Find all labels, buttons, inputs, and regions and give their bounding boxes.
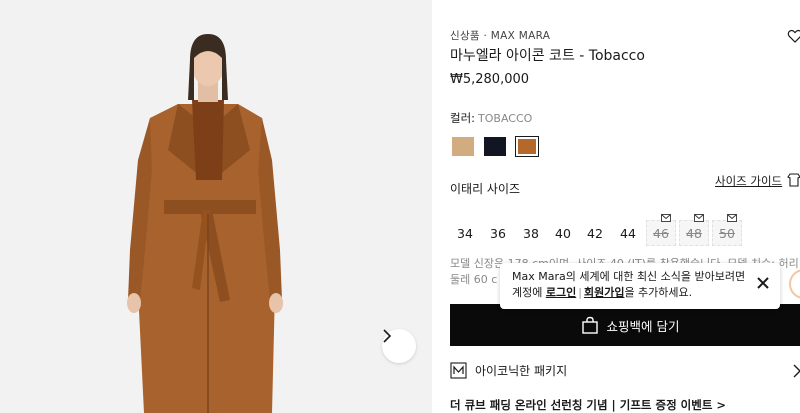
product-price: ₩5,280,000: [450, 72, 530, 87]
size-option-48[interactable]: 48: [679, 214, 709, 246]
ruler-icon[interactable]: [787, 172, 800, 187]
model-info-line2: 둘레 60 c: [450, 273, 498, 286]
product-info-panel: 신상품 · MAX MARA 마누엘라 아이콘 코트 - Tobacco ₩5,…: [450, 0, 800, 413]
tooltip-suffix: 을 추가하세요.: [624, 286, 693, 299]
tooltip-prefix: 계정에: [512, 286, 546, 299]
size-option-50[interactable]: 50: [712, 214, 742, 246]
max-mara-logo-icon: [450, 362, 467, 379]
next-image-button[interactable]: [382, 329, 416, 363]
product-photo: [127, 34, 283, 413]
add-to-bag-label: 쇼핑백에 담기: [606, 318, 680, 334]
product-image-panel: [0, 0, 432, 413]
size-option-42[interactable]: 42: [580, 220, 610, 246]
size-guide-link[interactable]: 사이즈 가이드: [715, 173, 782, 189]
chevron-right-icon[interactable]: [792, 364, 800, 378]
heart-icon[interactable]: [787, 28, 800, 44]
size-option-44[interactable]: 44: [613, 220, 643, 246]
color-label-row: 컬러: TOBACCO: [450, 110, 532, 126]
size-label: 이태리 사이즈: [450, 182, 521, 196]
product-category: 신상품 · MAX MARA: [450, 30, 551, 42]
login-tooltip: Max Mara의 세계에 대한 최신 소식을 받아보려면 계정에 로그인 | 회원…: [500, 263, 780, 309]
iconic-package-row[interactable]: 아이코닉한 패키지: [450, 362, 567, 379]
size-option-34[interactable]: 34: [450, 220, 480, 246]
login-link[interactable]: 로그인: [546, 286, 576, 299]
signup-link[interactable]: 회원가입: [584, 286, 624, 299]
promo-event-link[interactable]: 더 큐브 패딩 온라인 선런칭 기념 | 기프트 증정 이벤트 >: [450, 397, 726, 413]
tooltip-line1: Max Mara의 세계에 대한 최신 소식을 받아보려면: [512, 270, 746, 283]
tooltip-line2: 계정에 로그인 | 회원가입을 추가하세요.: [512, 285, 768, 301]
color-swatch-navy[interactable]: [484, 137, 506, 156]
tooltip-divider: |: [578, 286, 582, 299]
close-icon[interactable]: [756, 276, 770, 290]
size-option-40[interactable]: 40: [548, 220, 578, 246]
color-swatch-tobacco[interactable]: [515, 136, 539, 157]
size-option-38[interactable]: 38: [516, 220, 546, 246]
envelope-icon: [661, 214, 671, 222]
color-label: 컬러:: [450, 111, 476, 125]
iconic-package-label: 아이코닉한 패키지: [475, 364, 568, 378]
size-option-46[interactable]: 46: [646, 214, 676, 246]
add-to-bag-button[interactable]: 쇼핑백에 담기: [450, 304, 800, 346]
envelope-icon: [694, 214, 704, 222]
envelope-icon: [727, 214, 737, 222]
chevron-right-icon: [383, 329, 392, 343]
shopping-bag-icon: [581, 316, 598, 334]
color-swatch-camel[interactable]: [452, 137, 474, 156]
color-value: TOBACCO: [478, 112, 533, 125]
size-option-36[interactable]: 36: [483, 220, 513, 246]
product-title: 마누엘라 아이콘 코트 - Tobacco: [450, 48, 645, 64]
